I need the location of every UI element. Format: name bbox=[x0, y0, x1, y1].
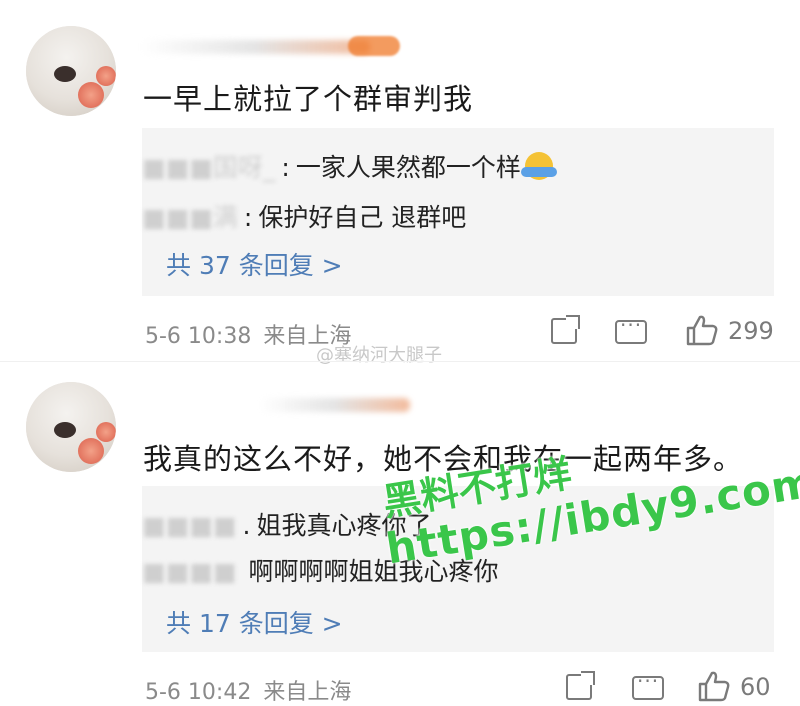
username-blurred[interactable] bbox=[140, 32, 410, 62]
share-icon[interactable] bbox=[566, 671, 595, 700]
user-avatar[interactable] bbox=[26, 26, 116, 116]
reply-item[interactable]: ■■■国呀_: 一家人果然都一个样 bbox=[142, 148, 557, 184]
comment-time: 5-6 10:38 bbox=[145, 324, 252, 349]
more-replies-link[interactable]: 共 37 条回复 > bbox=[166, 246, 343, 282]
comment-location: 来自上海 bbox=[263, 680, 352, 705]
comment-time: 5-6 10:42 bbox=[145, 680, 252, 705]
shrug-emoji-icon bbox=[520, 152, 557, 180]
more-replies-link[interactable]: 共 17 条回复 > bbox=[166, 604, 343, 640]
username-blurred[interactable] bbox=[140, 390, 410, 420]
comment-item: 一早上就拉了个群审判我 ■■■国呀_: 一家人果然都一个样 ■■■满: 保护好自己 … bbox=[0, 0, 800, 350]
comment-meta: 5-6 10:42 来自上海 bbox=[145, 674, 363, 706]
user-avatar[interactable] bbox=[26, 382, 116, 472]
reply-username[interactable]: ■■■满 bbox=[142, 198, 238, 234]
reply-box[interactable]: ■■■国呀_: 一家人果然都一个样 ■■■满: 保护好自己 退群吧 共 37 条回复… bbox=[142, 128, 774, 296]
like-icon[interactable] bbox=[697, 669, 731, 703]
comment-text: 一早上就拉了个群审判我 bbox=[143, 82, 474, 116]
comment-icon[interactable] bbox=[615, 313, 647, 344]
share-icon[interactable] bbox=[551, 315, 580, 344]
reply-text: 保护好自己 退群吧 bbox=[258, 203, 467, 232]
reply-text: 一家人果然都一个样 bbox=[295, 153, 521, 182]
like-count: 299 bbox=[728, 317, 774, 345]
reply-item[interactable]: ■■■满: 保护好自己 退群吧 bbox=[142, 198, 466, 234]
reply-username[interactable]: ■■■■ bbox=[142, 511, 236, 540]
reply-username[interactable]: ■■■■ bbox=[142, 557, 236, 586]
like-count: 60 bbox=[740, 673, 771, 701]
like-icon[interactable] bbox=[685, 313, 719, 347]
comment-icon[interactable] bbox=[632, 669, 664, 700]
reply-username[interactable]: ■■■国呀_ bbox=[142, 148, 275, 184]
